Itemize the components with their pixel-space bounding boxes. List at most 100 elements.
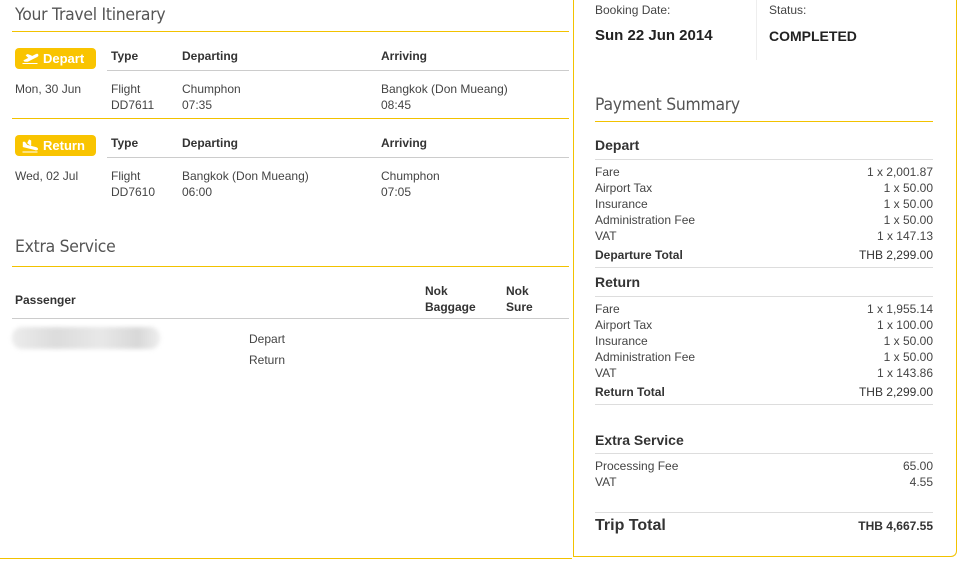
trip-total-value: THB 4,667.55 (858, 519, 933, 533)
payment-row-label: Fare (595, 302, 620, 316)
col-departing: Departing (182, 136, 239, 150)
depart-badge-label: Depart (43, 51, 85, 66)
return-to: Chumphon (381, 169, 440, 183)
payment-row-label: Administration Fee (595, 350, 696, 364)
booking-date-label: Booking Date: (595, 3, 671, 17)
payment-row-value: 1 x 50.00 (883, 197, 933, 211)
itinerary-panel: Your Travel Itinerary Depart Type Depart… (0, 0, 572, 561)
plane-takeoff-icon (22, 53, 39, 64)
col-type: Type (111, 136, 139, 150)
payment-row: Administration Fee 1 x 50.00 (595, 350, 933, 366)
depart-badge: Depart (15, 48, 96, 69)
col-nok-baggage-2: Baggage (425, 300, 476, 314)
extra-service-divider (12, 266, 569, 267)
payment-row-value: 1 x 143.86 (876, 366, 933, 380)
passenger-row-return: Return (249, 353, 286, 367)
passenger-name-redacted (12, 327, 160, 349)
col-nok-sure-2: Sure (506, 300, 533, 314)
return-total-divider (595, 404, 933, 405)
payment-extra-divider (595, 453, 933, 454)
depart-divider (12, 118, 569, 119)
payment-row: Airport Tax 1 x 50.00 (595, 181, 933, 197)
depart-dep-time: 07:35 (182, 98, 213, 112)
depart-from: Chumphon (182, 82, 241, 96)
payment-row-label: Processing Fee (595, 459, 679, 473)
payment-summary-title: Payment Summary (595, 95, 740, 115)
payment-row-value: 1 x 100.00 (876, 318, 933, 332)
payment-depart-title: Depart (595, 137, 640, 153)
payment-row-label: VAT (595, 366, 617, 380)
payment-row-value: 1 x 50.00 (883, 213, 933, 227)
depart-date: Mon, 30 Jun (15, 82, 82, 96)
return-type: Flight (111, 169, 141, 183)
payment-row: VAT 1 x 147.13 (595, 229, 933, 245)
depart-to: Bangkok (Don Mueang) (381, 82, 508, 96)
return-dep-time: 06:00 (182, 185, 213, 199)
passenger-row-depart: Depart (249, 332, 286, 346)
payment-row: Administration Fee 1 x 50.00 (595, 213, 933, 229)
payment-row-value: 1 x 50.00 (883, 334, 933, 348)
payment-row-label: VAT (595, 475, 617, 489)
status-value: COMPLETED (769, 28, 857, 44)
payment-return-divider (595, 296, 933, 297)
payment-row-label: Airport Tax (595, 181, 653, 195)
trip-total-row: Trip Total THB 4,667.55 (595, 517, 933, 535)
payment-extra-title: Extra Service (595, 432, 684, 448)
payment-row-value: 1 x 1,955.14 (866, 302, 933, 316)
payment-row-value: 1 x 50.00 (883, 350, 933, 364)
payment-depart-divider (595, 159, 933, 160)
return-arr-time: 07:05 (381, 185, 412, 199)
payment-row: VAT 4.55 (595, 475, 933, 491)
header-divider (107, 157, 569, 158)
col-nok-sure-1: Nok (506, 284, 529, 298)
col-nok-baggage-1: Nok (425, 284, 448, 298)
depart-arr-time: 08:45 (381, 98, 412, 112)
payment-row-label: Insurance (595, 334, 648, 348)
return-flight-no: DD7610 (111, 185, 156, 199)
col-passenger: Passenger (15, 293, 76, 307)
payment-panel: Booking Date: Sun 22 Jun 2014 Status: CO… (573, 0, 957, 557)
payment-summary-divider (595, 121, 933, 122)
plane-landing-icon (22, 139, 39, 152)
trip-total-label: Trip Total (595, 517, 666, 534)
payment-row: Processing Fee 65.00 (595, 459, 933, 475)
depart-flight-no: DD7611 (111, 98, 155, 112)
payment-row-label: Return Total (595, 385, 665, 399)
payment-row-value: 1 x 50.00 (883, 181, 933, 195)
col-type: Type (111, 49, 139, 63)
payment-row-value: 1 x 147.13 (876, 229, 933, 243)
payment-row-label: Insurance (595, 197, 648, 211)
payment-row-label: Departure Total (595, 248, 683, 262)
booking-divider (756, 0, 757, 60)
return-badge: Return (15, 135, 96, 156)
col-departing: Departing (182, 49, 239, 63)
col-arriving: Arriving (381, 136, 428, 150)
bottom-border (0, 558, 572, 559)
header-divider (107, 70, 569, 71)
payment-row: Fare 1 x 2,001.87 (595, 165, 933, 181)
payment-row-label: VAT (595, 229, 617, 243)
col-arriving: Arriving (381, 49, 428, 63)
payment-row-value: 4.55 (909, 475, 933, 489)
trip-total-divider (595, 512, 933, 513)
extra-service-title: Extra Service (15, 237, 116, 257)
payment-row-value: 1 x 2,001.87 (866, 165, 933, 179)
payment-row-label: Airport Tax (595, 318, 653, 332)
payment-row: Insurance 1 x 50.00 (595, 197, 933, 213)
payment-row: VAT 1 x 143.86 (595, 366, 933, 382)
return-from: Bangkok (Don Mueang) (182, 169, 309, 183)
return-date: Wed, 02 Jul (15, 169, 79, 183)
status-label: Status: (769, 3, 807, 17)
payment-row: Insurance 1 x 50.00 (595, 334, 933, 350)
return-badge-label: Return (43, 138, 85, 153)
payment-row-value: 65.00 (902, 459, 933, 473)
booking-date-value: Sun 22 Jun 2014 (595, 27, 713, 44)
payment-row: Fare 1 x 1,955.14 (595, 302, 933, 318)
departure-total-divider (595, 267, 933, 268)
return-total-row: Return Total THB 2,299.00 (595, 385, 933, 401)
payment-row: Airport Tax 1 x 100.00 (595, 318, 933, 334)
itinerary-title-divider (12, 31, 569, 32)
payment-row-value: THB 2,299.00 (858, 385, 933, 399)
payment-row-value: THB 2,299.00 (858, 248, 933, 262)
payment-return-title: Return (595, 274, 641, 290)
